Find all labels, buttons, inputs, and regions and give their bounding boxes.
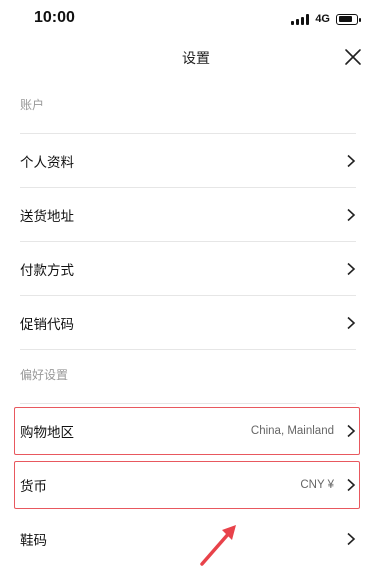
navigation-bar: 设置 (0, 36, 392, 80)
row-label: 促销代码 (20, 316, 74, 333)
status-bar: 10:00 4G (0, 0, 392, 36)
chevron-right-icon (347, 532, 356, 546)
settings-row-profile[interactable]: 个人资料 (20, 134, 356, 188)
close-icon (345, 49, 361, 65)
chevron-right-icon (347, 424, 356, 438)
settings-row-promo-code[interactable]: 促销代码 (20, 296, 356, 350)
close-button[interactable] (342, 46, 364, 68)
status-indicators: 4G (291, 12, 361, 26)
settings-row-shipping-address[interactable]: 送货地址 (20, 188, 356, 242)
settings-row-payment-method[interactable]: 付款方式 (20, 242, 356, 296)
row-label: 付款方式 (20, 262, 74, 279)
section-header-account: 账户 (20, 80, 356, 134)
row-label: 送货地址 (20, 208, 74, 225)
network-type: 4G (315, 13, 330, 25)
settings-list: 账户 个人资料 送货地址 付款方式 促销代码 偏好设置 购物地区 China, … (14, 80, 360, 566)
chevron-right-icon (347, 262, 356, 275)
row-label: 鞋码 (20, 533, 47, 549)
chevron-right-icon (347, 478, 356, 492)
signal-icon (291, 13, 310, 25)
settings-row-currency[interactable]: 货币 CNY ¥ (14, 458, 360, 512)
row-label: 货币 (20, 479, 47, 495)
row-value: China, Mainland (250, 425, 334, 437)
row-label: 个人资料 (20, 154, 74, 171)
section-header-preferences: 偏好设置 (20, 350, 356, 404)
page-title: 设置 (182, 51, 210, 67)
chevron-right-icon (347, 208, 356, 221)
settings-row-shopping-region[interactable]: 购物地区 China, Mainland (14, 404, 360, 458)
chevron-right-icon (347, 154, 356, 167)
annotation-arrow-icon (200, 525, 236, 566)
row-value: CNY ¥ (300, 479, 334, 491)
battery-level (338, 16, 352, 22)
settings-row-shoe-size[interactable]: 鞋码 (20, 512, 356, 566)
row-label: 购物地区 (20, 425, 74, 441)
status-time: 10:00 (34, 9, 75, 26)
battery-icon (336, 13, 361, 25)
chevron-right-icon (347, 316, 356, 329)
